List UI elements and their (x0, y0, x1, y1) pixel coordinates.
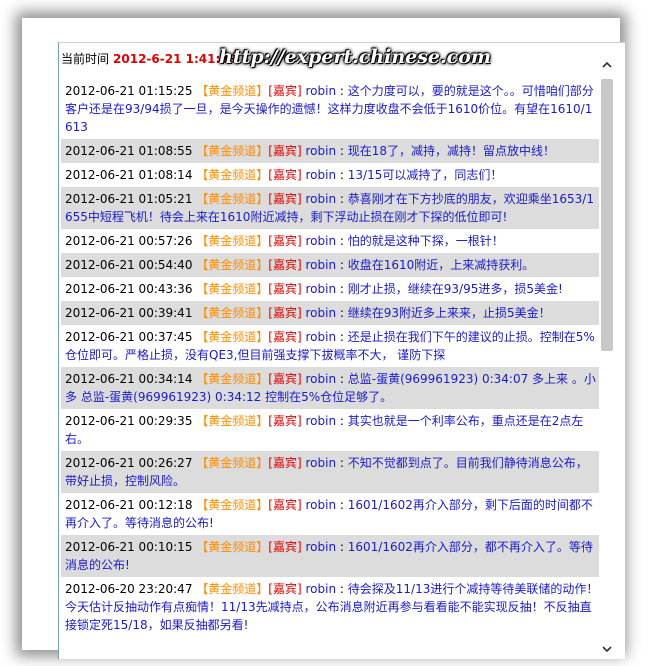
message-item: 2012-06-21 00:39:41 【黄金频道】[嘉宾] robin : 继… (61, 301, 601, 325)
scroll-down-icon[interactable] (599, 643, 615, 659)
message-text: 收盘在1610附近，上来减持获利。 (347, 258, 535, 272)
message-role: [嘉宾] (268, 282, 302, 296)
message-item: 2012-06-21 00:37:45 【黄金频道】[嘉宾] robin : 还… (65, 330, 595, 362)
message-item: 2012-06-21 01:15:25 【黄金频道】[嘉宾] robin : 这… (65, 84, 594, 134)
message-text: 13/15可以减持了，同志们！ (347, 168, 503, 182)
message-channel: 【黄金频道】 (196, 168, 269, 182)
message-time: 2012-06-21 00:29:35 (65, 414, 193, 428)
message-user: robin (305, 456, 337, 470)
message-item: 2012-06-21 01:08:55 【黄金频道】[嘉宾] robin : 现… (61, 139, 601, 163)
message-channel: 【黄金频道】 (196, 582, 269, 596)
message-role: [嘉宾] (268, 192, 302, 206)
message-user: robin (305, 282, 337, 296)
message-channel: 【黄金频道】 (196, 84, 269, 98)
message-time: 2012-06-20 23:20:47 (65, 582, 193, 596)
message-item: 2012-06-21 00:29:35 【黄金频道】[嘉宾] robin : 其… (65, 414, 584, 446)
chat-panel: 当前时间 2012-6-21 1:41:39 http://expert.chin… (58, 42, 625, 659)
message-role: [嘉宾] (268, 258, 302, 272)
message-role: [嘉宾] (268, 456, 302, 470)
message-time: 2012-06-21 01:08:55 (65, 144, 193, 158)
message-item: 2012-06-21 00:10:15 【黄金频道】[嘉宾] robin : 1… (61, 535, 601, 577)
message-item: 2012-06-21 00:57:26 【黄金频道】[嘉宾] robin : 怕… (65, 234, 504, 248)
message-user: robin (305, 258, 337, 272)
message-channel: 【黄金频道】 (196, 540, 269, 554)
message-item: 2012-06-20 23:20:47 【黄金频道】[嘉宾] robin : 待… (65, 582, 599, 632)
vertical-scrollbar[interactable] (599, 59, 615, 659)
message-item: 2012-06-21 00:34:14 【黄金频道】[嘉宾] robin : 总… (61, 367, 601, 409)
message-user: robin (305, 498, 337, 512)
message-user: robin (305, 84, 337, 98)
message-text: 刚才止损，继续在93/95进多，损5美金! (347, 282, 563, 296)
message-channel: 【黄金频道】 (196, 282, 269, 296)
message-user: robin (305, 234, 337, 248)
message-role: [嘉宾] (268, 234, 302, 248)
message-item: 2012-06-21 00:12:18 【黄金频道】[嘉宾] robin : 1… (65, 498, 593, 530)
message-time: 2012-06-21 00:43:36 (65, 282, 193, 296)
message-time: 2012-06-21 00:26:27 (65, 456, 193, 470)
message-item: 2012-06-21 01:05:21 【黄金频道】[嘉宾] robin : 恭… (61, 187, 601, 229)
message-channel: 【黄金频道】 (196, 234, 269, 248)
message-user: robin (305, 582, 337, 596)
message-channel: 【黄金频道】 (196, 456, 269, 470)
message-user: robin (305, 372, 337, 386)
message-role: [嘉宾] (268, 582, 302, 596)
message-role: [嘉宾] (268, 498, 302, 512)
message-role: [嘉宾] (268, 306, 302, 320)
message-user: robin (305, 144, 337, 158)
message-text: 怕的就是这种下探，一根针！ (347, 234, 504, 248)
message-time: 2012-06-21 01:05:21 (65, 192, 193, 206)
message-time: 2012-06-21 01:15:25 (65, 84, 193, 98)
message-channel: 【黄金频道】 (196, 258, 269, 272)
message-channel: 【黄金频道】 (196, 372, 269, 386)
message-channel: 【黄金频道】 (196, 414, 269, 428)
message-time: 2012-06-21 00:10:15 (65, 540, 193, 554)
message-time: 2012-06-21 00:37:45 (65, 330, 193, 344)
message-time: 2012-06-21 00:12:18 (65, 498, 193, 512)
message-item: 2012-06-21 01:08:14 【黄金频道】[嘉宾] robin : 1… (65, 168, 503, 182)
message-item: 2012-06-21 00:54:40 【黄金频道】[嘉宾] robin : 收… (61, 253, 601, 277)
message-user: robin (305, 192, 337, 206)
message-user: robin (305, 306, 337, 320)
message-channel: 【黄金频道】 (196, 498, 269, 512)
current-time-label: 当前时间 (61, 52, 110, 66)
watermark-text: http://expert.chinese.com (219, 46, 491, 68)
scroll-up-icon[interactable] (599, 59, 615, 75)
message-role: [嘉宾] (268, 144, 302, 158)
message-user: robin (305, 540, 337, 554)
message-user: robin (305, 330, 337, 344)
message-text: 现在18了，减持，减持！留点放中线！ (347, 144, 556, 158)
message-channel: 【黄金频道】 (196, 192, 269, 206)
message-text: 继续在93附近多上来来，止损5美金！ (347, 306, 551, 320)
message-channel: 【黄金频道】 (196, 330, 269, 344)
current-time-bar: 当前时间 2012-6-21 1:41:39 (61, 51, 237, 69)
scrollbar-thumb[interactable] (601, 79, 613, 351)
message-role: [嘉宾] (268, 540, 302, 554)
message-item: 2012-06-21 00:26:27 【黄金频道】[嘉宾] robin : 不… (61, 451, 601, 493)
message-item: 2012-06-21 00:43:36 【黄金频道】[嘉宾] robin : 刚… (65, 282, 563, 296)
message-user: robin (305, 414, 337, 428)
message-user: robin (305, 168, 337, 182)
message-role: [嘉宾] (268, 372, 302, 386)
message-time: 2012-06-21 00:54:40 (65, 258, 193, 272)
message-time: 2012-06-21 00:39:41 (65, 306, 193, 320)
message-list[interactable]: 2012-06-21 01:15:25 【黄金频道】[嘉宾] robin : 这… (61, 79, 601, 637)
message-time: 2012-06-21 00:57:26 (65, 234, 193, 248)
message-channel: 【黄金频道】 (196, 306, 269, 320)
message-role: [嘉宾] (268, 330, 302, 344)
message-role: [嘉宾] (268, 168, 302, 182)
message-channel: 【黄金频道】 (196, 144, 269, 158)
message-role: [嘉宾] (268, 414, 302, 428)
chat-window-frame: 当前时间 2012-6-21 1:41:39 http://expert.chin… (22, 18, 625, 659)
message-role: [嘉宾] (268, 84, 302, 98)
message-time: 2012-06-21 00:34:14 (65, 372, 193, 386)
message-time: 2012-06-21 01:08:14 (65, 168, 193, 182)
